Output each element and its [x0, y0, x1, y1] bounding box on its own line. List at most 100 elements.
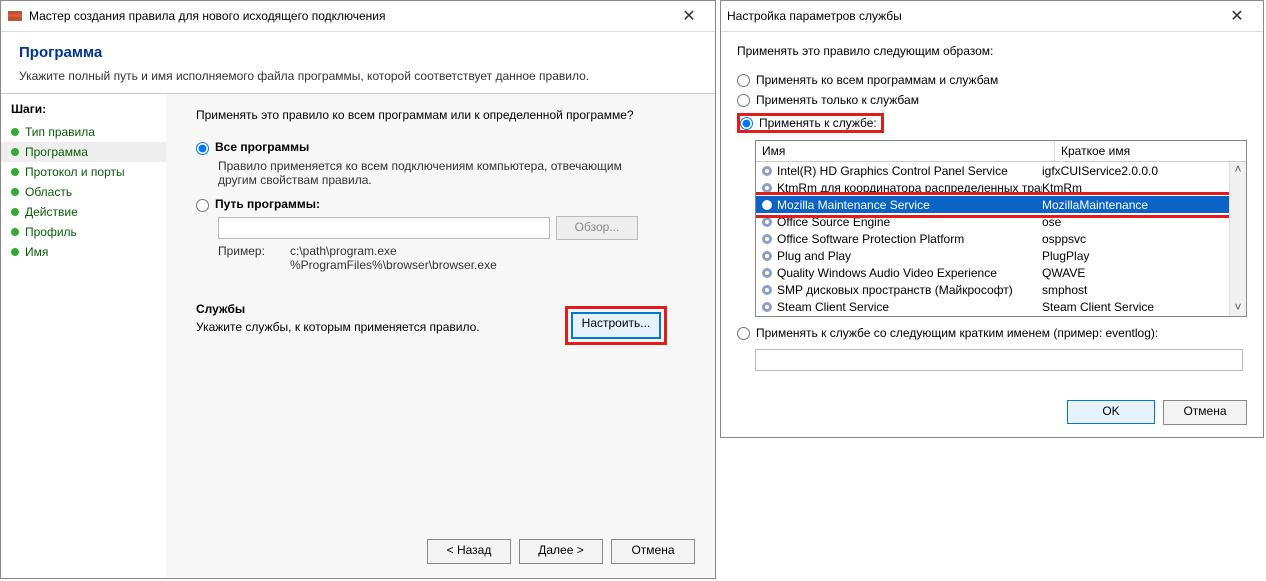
step-protocol[interactable]: Протокол и порты [1, 162, 166, 182]
configure-button[interactable]: Настроить... [571, 312, 661, 339]
bullet-icon [11, 208, 19, 216]
bullet-icon [11, 248, 19, 256]
step-label: Имя [25, 245, 48, 259]
step-label: Профиль [25, 225, 77, 239]
shortname-input[interactable] [755, 349, 1243, 371]
table-row[interactable]: Intel(R) HD Graphics Control Panel Servi… [756, 162, 1246, 179]
titlebar[interactable]: Мастер создания правила для нового исход… [1, 1, 715, 32]
gear-icon [760, 266, 774, 280]
cell-short: smphost [1042, 283, 1246, 297]
service-settings-window: Настройка параметров службы ✕ Применять … [720, 0, 1264, 438]
cell-name: SMP дисковых пространств (Майкрософт) [777, 283, 1042, 297]
radio-all-programs[interactable] [196, 142, 209, 155]
cell-name: Quality Windows Audio Video Experience [777, 266, 1042, 280]
table-row[interactable]: KtmRm для координатора распределенных тр… [756, 179, 1246, 196]
radio-apply-service[interactable] [740, 117, 753, 130]
step-label: Действие [25, 205, 78, 219]
cell-short: QWAVE [1042, 266, 1246, 280]
step-label: Область [25, 185, 72, 199]
gear-icon [760, 300, 774, 314]
cell-name: Mozilla Maintenance Service [777, 198, 1042, 212]
close-icon[interactable]: ✕ [1217, 6, 1257, 26]
gear-icon [760, 164, 774, 178]
option-label: Применять только к службам [756, 93, 919, 107]
step-label: Программа [25, 145, 88, 159]
main-panel: Применять это правило ко всем программам… [166, 94, 715, 578]
step-rule-type[interactable]: Тип правила [1, 122, 166, 142]
option-all-programs[interactable]: Все программы [196, 140, 695, 155]
gear-icon [760, 232, 774, 246]
option-label: Все программы [215, 140, 309, 154]
wizard-window: Мастер создания правила для нового исход… [0, 0, 716, 579]
option-program-path[interactable]: Путь программы: [196, 197, 695, 212]
cell-name: Plug and Play [777, 249, 1042, 263]
option-label: Применять к службе: [759, 116, 877, 130]
back-button[interactable]: < Назад [427, 539, 511, 564]
service-list[interactable]: Имя Краткое имя Intel(R) HD Graphics Con… [755, 140, 1247, 317]
question-text: Применять это правило ко всем программам… [196, 108, 695, 122]
table-row[interactable]: Office Source Engineose [756, 213, 1246, 230]
program-path-input[interactable] [218, 217, 550, 239]
cell-short: igfxCUIService2.0.0.0 [1042, 164, 1246, 178]
table-row[interactable]: Mozilla Maintenance ServiceMozillaMainte… [756, 196, 1246, 213]
ok-button[interactable]: OK [1067, 400, 1155, 424]
col-short[interactable]: Краткое имя [1055, 141, 1246, 161]
step-program[interactable]: Программа [1, 142, 166, 162]
option-apply-service[interactable]: Применять к службе: [737, 113, 1247, 133]
cell-short: KtmRm [1042, 181, 1246, 195]
scroll-down-icon[interactable]: ˅ [1230, 300, 1246, 316]
steps-header: Шаги: [1, 100, 166, 122]
table-row[interactable]: Steam Client ServiceSteam Client Service [756, 298, 1246, 315]
option-label: Применять ко всем программам и службам [756, 73, 998, 87]
col-name[interactable]: Имя [756, 141, 1055, 161]
bullet-icon [11, 128, 19, 136]
list-header[interactable]: Имя Краткое имя [756, 141, 1246, 162]
step-label: Тип правила [25, 125, 95, 139]
table-row[interactable]: Quality Windows Audio Video ExperienceQW… [756, 264, 1246, 281]
bullet-icon [11, 228, 19, 236]
titlebar[interactable]: Настройка параметров службы ✕ [721, 1, 1263, 32]
page-heading: Программа [1, 32, 715, 65]
step-name[interactable]: Имя [1, 242, 166, 262]
gear-icon [760, 249, 774, 263]
next-button[interactable]: Далее > [519, 539, 603, 564]
scrollbar[interactable]: ˄ ˅ [1229, 162, 1246, 316]
apply-label: Применять это правило следующим образом: [737, 44, 1247, 58]
gear-icon [760, 215, 774, 229]
bullet-icon [11, 148, 19, 156]
bullet-icon [11, 188, 19, 196]
cell-name: KtmRm для координатора распределенных тр… [777, 181, 1042, 195]
highlight-apply-service: Применять к службе: [737, 113, 884, 133]
cell-name: Steam Client Service [777, 300, 1042, 314]
steps-sidebar: Шаги: Тип правила Программа Протокол и п… [1, 94, 166, 578]
list-body[interactable]: Intel(R) HD Graphics Control Panel Servi… [756, 162, 1246, 316]
cancel-button[interactable]: Отмена [611, 539, 695, 564]
browse-button[interactable]: Обзор... [556, 216, 638, 240]
option-apply-all[interactable]: Применять ко всем программам и службам [737, 73, 1247, 87]
gear-icon [760, 181, 774, 195]
scroll-up-icon[interactable]: ˄ [1230, 162, 1246, 178]
step-profile[interactable]: Профиль [1, 222, 166, 242]
radio-apply-all[interactable] [737, 74, 750, 87]
cancel-button[interactable]: Отмена [1163, 400, 1247, 425]
gear-icon [760, 198, 774, 212]
example-text: c:\path\program.exe %ProgramFiles%\brows… [290, 244, 497, 272]
cell-short: ose [1042, 215, 1246, 229]
cell-short: MozillaMaintenance [1042, 198, 1246, 212]
option-label: Путь программы: [215, 197, 320, 211]
close-icon[interactable]: ✕ [669, 6, 709, 26]
example-label: Пример: [218, 244, 290, 272]
cell-name: Office Source Engine [777, 215, 1042, 229]
table-row[interactable]: SMP дисковых пространств (Майкрософт)smp… [756, 281, 1246, 298]
step-scope[interactable]: Область [1, 182, 166, 202]
cell-name: Intel(R) HD Graphics Control Panel Servi… [777, 164, 1042, 178]
radio-program-path[interactable] [196, 199, 209, 212]
table-row[interactable]: Office Software Protection Platformospps… [756, 230, 1246, 247]
gear-icon [760, 283, 774, 297]
option-apply-services[interactable]: Применять только к службам [737, 93, 1247, 107]
step-action[interactable]: Действие [1, 202, 166, 222]
table-row[interactable]: Plug and PlayPlugPlay [756, 247, 1246, 264]
radio-apply-shortname[interactable] [737, 327, 750, 340]
option-apply-shortname[interactable]: Применять к службе со следующим кратким … [737, 326, 1247, 340]
radio-apply-services[interactable] [737, 94, 750, 107]
